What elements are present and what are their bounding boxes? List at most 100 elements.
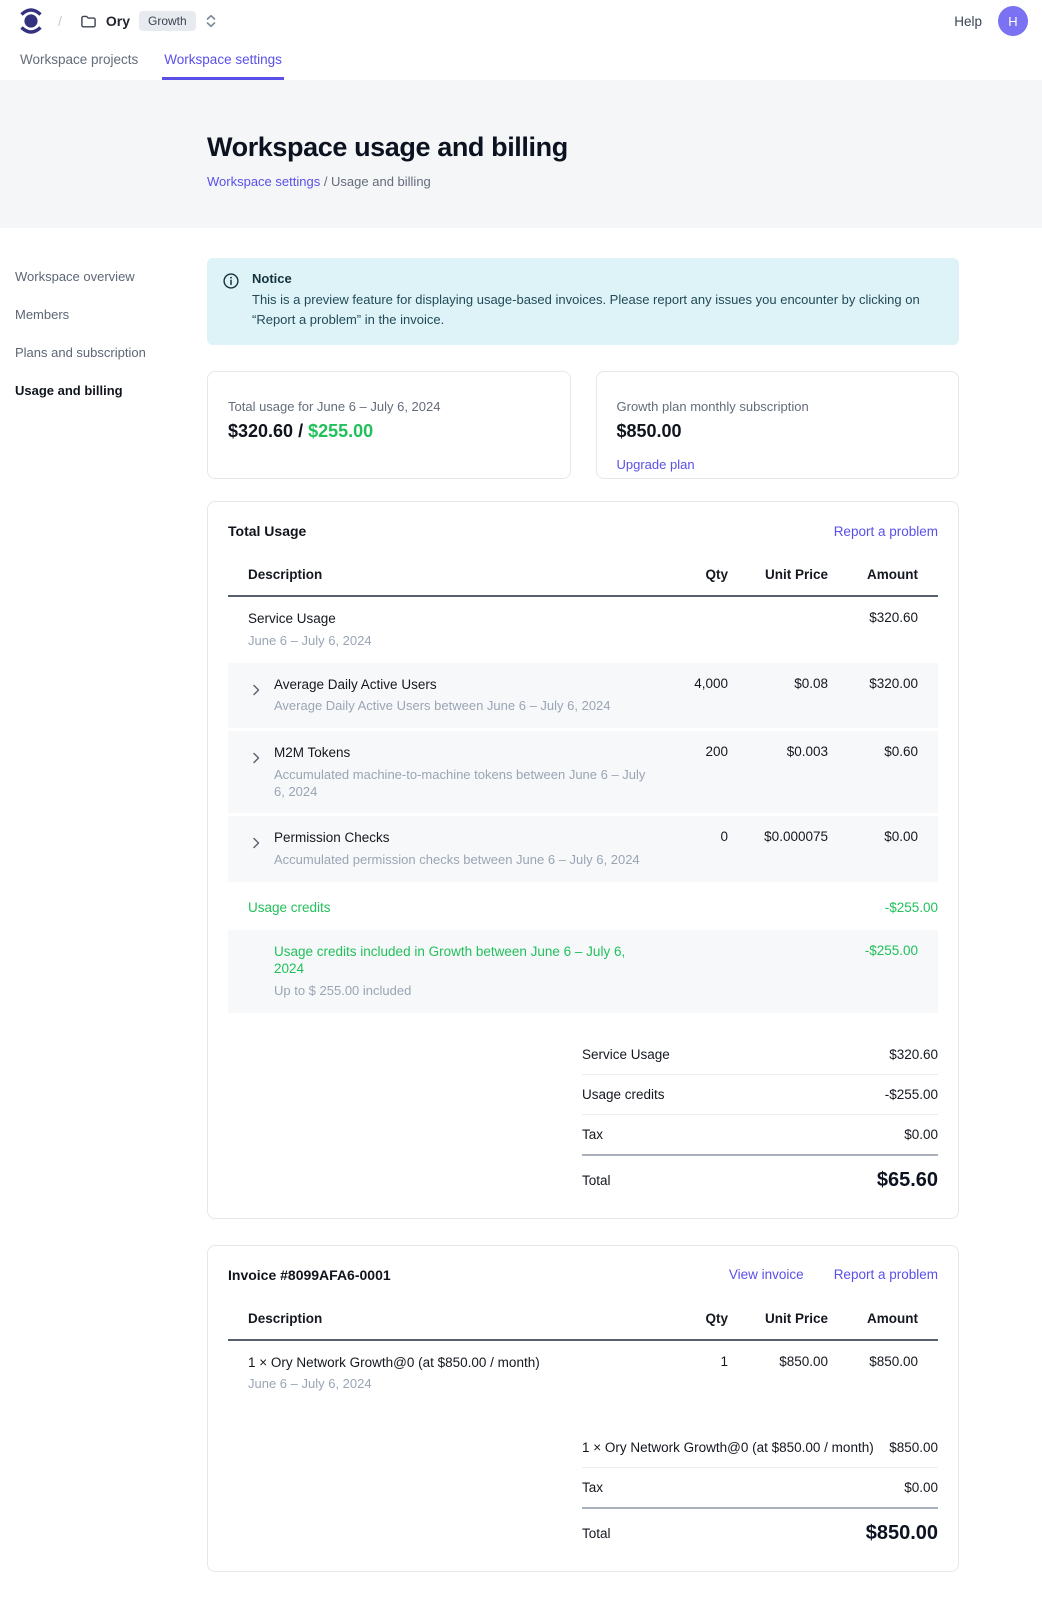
column-amount: Amount	[828, 1303, 938, 1340]
summary-label: Usage credits	[582, 1087, 665, 1102]
usage-amount: $320.60	[228, 421, 293, 441]
invoice-table-header-row: Description Qty Unit Price Amount	[228, 1303, 938, 1340]
summary-label: Tax	[582, 1127, 603, 1142]
row-amount: -$255.00	[828, 883, 938, 930]
row-subtitle: June 6 – July 6, 2024	[248, 1376, 648, 1393]
column-qty: Qty	[648, 1303, 728, 1340]
plan-card-label: Growth plan monthly subscription	[617, 399, 939, 414]
workspace-tabbar: Workspace projects Workspace settings	[0, 42, 1042, 80]
row-qty: 0	[648, 815, 728, 883]
row-qty: 1	[648, 1340, 728, 1406]
table-row-service-usage: Service Usage June 6 – July 6, 2024 $320…	[228, 596, 938, 662]
sidebar-item-members[interactable]: Members	[15, 302, 207, 327]
row-title: Usage credits	[228, 883, 648, 930]
summary-value: -$255.00	[885, 1087, 938, 1102]
topbar: / Ory Growth Help H	[0, 0, 1042, 42]
path-separator: /	[58, 13, 62, 29]
table-row-usage-credits: Usage credits -$255.00	[228, 883, 938, 930]
total-label: Total	[582, 1526, 611, 1541]
row-title: Service Usage	[248, 610, 648, 628]
page-header: Workspace usage and billing Workspace se…	[0, 80, 1042, 228]
summary-row-service-usage: Service Usage $320.60	[582, 1035, 938, 1075]
summary-row-total: Total $850.00	[582, 1509, 938, 1545]
row-subtitle: Up to $ 255.00 included	[274, 983, 648, 1000]
table-row-m2m-tokens: M2M Tokens Accumulated machine-to-machin…	[228, 730, 938, 815]
row-qty: 4,000	[648, 663, 728, 730]
sidebar-item-plans-and-subscription[interactable]: Plans and subscription	[15, 340, 207, 365]
row-qty: 200	[648, 730, 728, 815]
breadcrumb-current: / Usage and billing	[320, 174, 431, 189]
table-row-ory-network-growth: 1 × Ory Network Growth@0 (at $850.00 / m…	[228, 1340, 938, 1406]
table-row-usage-credits-detail: Usage credits included in Growth between…	[228, 930, 938, 1013]
usage-separator: /	[293, 421, 308, 441]
tab-workspace-settings[interactable]: Workspace settings	[162, 44, 284, 80]
row-subtitle: Accumulated permission checks between Ju…	[274, 852, 640, 869]
column-amount: Amount	[828, 559, 938, 596]
chevron-right-icon[interactable]	[248, 682, 264, 698]
avatar[interactable]: H	[998, 6, 1028, 36]
row-title: Permission Checks	[274, 829, 640, 847]
row-subtitle: Accumulated machine-to-machine tokens be…	[274, 767, 648, 801]
notice-body: This is a preview feature for displaying…	[252, 290, 939, 330]
view-invoice-link[interactable]: View invoice	[729, 1267, 804, 1282]
row-amount: $320.60	[828, 596, 938, 662]
sidebar-item-usage-and-billing[interactable]: Usage and billing	[15, 378, 207, 403]
total-usage-card: Total usage for June 6 – July 6, 2024 $3…	[207, 371, 571, 479]
summary-label: 1 × Ory Network Growth@0 (at $850.00 / m…	[582, 1440, 874, 1455]
ory-logo-icon[interactable]	[18, 6, 44, 36]
report-problem-link[interactable]: Report a problem	[834, 524, 938, 539]
row-title: 1 × Ory Network Growth@0 (at $850.00 / m…	[248, 1354, 648, 1372]
report-problem-link[interactable]: Report a problem	[834, 1267, 938, 1282]
total-usage-panel-title: Total Usage	[228, 523, 306, 539]
row-amount: -$255.00	[828, 930, 938, 1013]
row-amount: $320.00	[828, 663, 938, 730]
breadcrumb: Workspace settings / Usage and billing	[207, 174, 1042, 189]
row-amount: $850.00	[828, 1340, 938, 1406]
settings-sidebar: Workspace overview Members Plans and sub…	[0, 228, 207, 416]
help-link[interactable]: Help	[954, 14, 982, 29]
column-unit-price: Unit Price	[728, 559, 828, 596]
row-unit-price: $850.00	[728, 1340, 828, 1406]
plan-card-amount: $850.00	[617, 421, 939, 442]
row-subtitle: June 6 – July 6, 2024	[248, 633, 648, 650]
total-value: $850.00	[866, 1522, 938, 1545]
workspace-name[interactable]: Ory	[106, 13, 130, 29]
row-amount: $0.00	[828, 815, 938, 883]
folder-icon	[80, 13, 97, 30]
preview-notice: Notice This is a preview feature for dis…	[207, 258, 959, 345]
chevron-right-icon[interactable]	[248, 750, 264, 766]
summary-row-total: Total $65.60	[582, 1156, 938, 1192]
chevron-right-icon[interactable]	[248, 835, 264, 851]
invoice-summary: 1 × Ory Network Growth@0 (at $850.00 / m…	[582, 1428, 938, 1545]
total-usage-card-amount: $320.60 / $255.00	[228, 421, 550, 442]
row-subtitle: Average Daily Active Users between June …	[274, 698, 611, 715]
upgrade-plan-link[interactable]: Upgrade plan	[617, 457, 695, 472]
tab-workspace-projects[interactable]: Workspace projects	[18, 44, 140, 80]
workspace-switcher-icon[interactable]	[204, 13, 218, 29]
table-row-permission-checks: Permission Checks Accumulated permission…	[228, 815, 938, 883]
invoice-panel-title: Invoice #8099AFA6-0001	[228, 1267, 391, 1283]
column-qty: Qty	[648, 559, 728, 596]
usage-summary: Service Usage $320.60 Usage credits -$25…	[582, 1035, 938, 1192]
summary-row-tax: Tax $0.00	[582, 1468, 938, 1509]
table-row-average-daily-active-users: Average Daily Active Users Average Daily…	[228, 663, 938, 730]
total-usage-panel: Total Usage Report a problem Description…	[207, 501, 959, 1219]
column-description: Description	[228, 1303, 648, 1340]
total-value: $65.60	[877, 1169, 938, 1192]
invoice-panel: Invoice #8099AFA6-0001 View invoice Repo…	[207, 1245, 959, 1572]
column-unit-price: Unit Price	[728, 1303, 828, 1340]
summary-value: $850.00	[889, 1440, 938, 1455]
summary-row-usage-credits: Usage credits -$255.00	[582, 1075, 938, 1115]
plan-badge: Growth	[139, 11, 196, 31]
breadcrumb-link-workspace-settings[interactable]: Workspace settings	[207, 174, 320, 189]
main-content: Notice This is a preview feature for dis…	[207, 228, 959, 1614]
sidebar-item-workspace-overview[interactable]: Workspace overview	[15, 264, 207, 289]
summary-label: Service Usage	[582, 1047, 670, 1062]
column-description: Description	[228, 559, 648, 596]
summary-row-growth-plan: 1 × Ory Network Growth@0 (at $850.00 / m…	[582, 1428, 938, 1468]
row-unit-price: $0.08	[728, 663, 828, 730]
summary-value: $0.00	[904, 1127, 938, 1142]
summary-row-tax: Tax $0.00	[582, 1115, 938, 1156]
summary-value: $320.60	[889, 1047, 938, 1062]
summary-label: Tax	[582, 1480, 603, 1495]
